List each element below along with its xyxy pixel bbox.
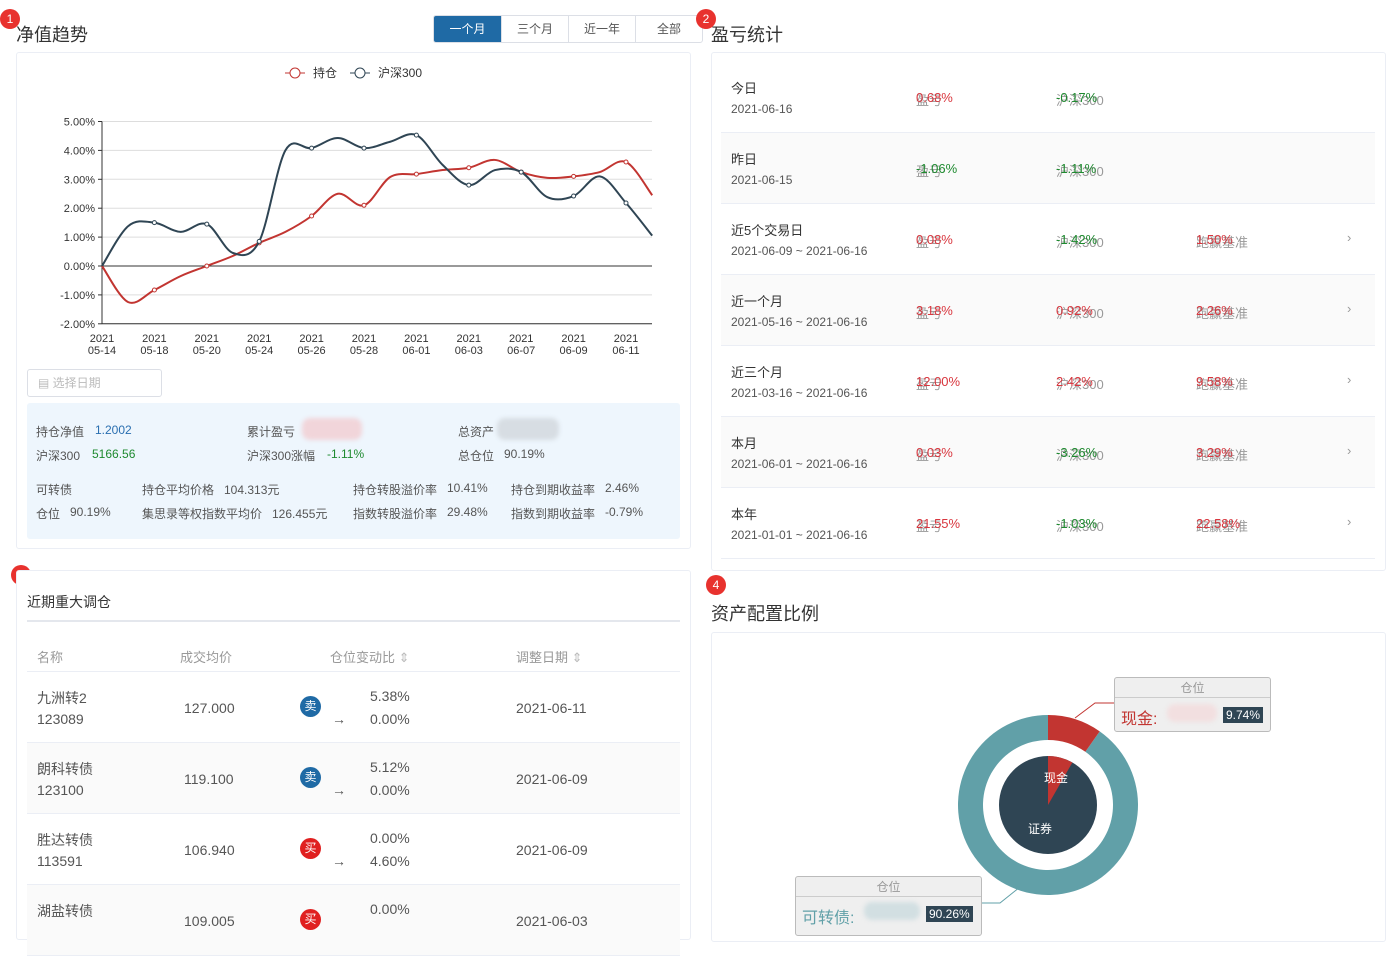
cash-box-title: 仓位 (1115, 678, 1270, 698)
cb-leader-line (982, 886, 1021, 904)
cb-label-box: 仓位 可转债: 90.26% (795, 876, 982, 936)
cash-leader-line (1074, 702, 1114, 719)
cb-pct: 90.26% (926, 906, 973, 922)
cb-box-title: 仓位 (796, 877, 981, 897)
cash-label: 现金: (1121, 711, 1158, 728)
allocation-donut: 现金 证券 (958, 702, 1139, 904)
cb-value-hidden (864, 902, 920, 920)
cash-label-box: 仓位 现金: 9.74% (1114, 677, 1271, 732)
cash-pct: 9.74% (1223, 707, 1264, 723)
cb-label: 可转债: (802, 910, 855, 927)
cash-value-hidden (1167, 704, 1217, 722)
inner-label-cash: 现金 (1044, 770, 1068, 785)
inner-label-securities: 证券 (1028, 821, 1052, 836)
